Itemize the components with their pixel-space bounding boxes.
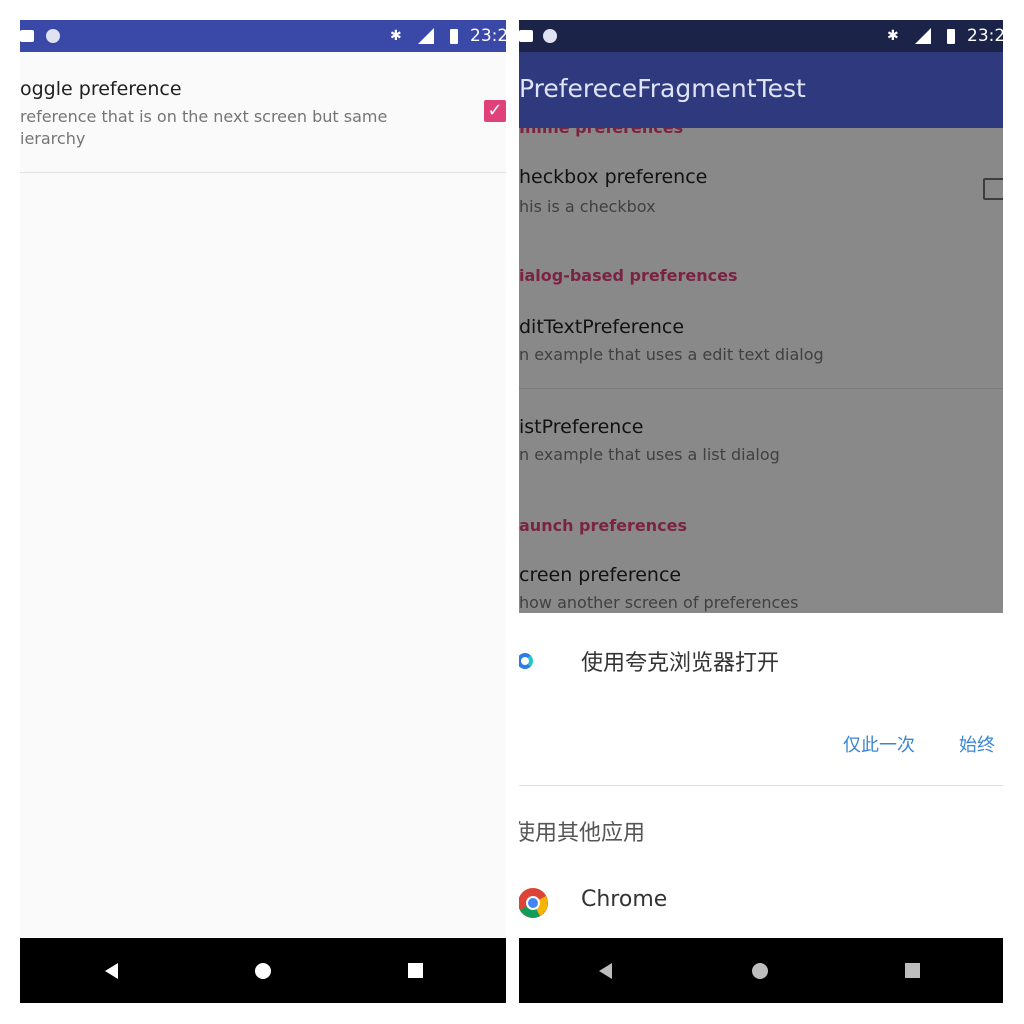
nav-back-icon[interactable] — [105, 963, 118, 979]
circle-icon — [46, 29, 60, 43]
chrome-icon — [519, 888, 548, 918]
battery-icon — [450, 29, 458, 44]
navigation-bar — [20, 938, 506, 1003]
status-bar: ✱ 23:2 — [519, 20, 1003, 52]
status-bar: ✱ 23:2 — [20, 20, 506, 52]
open-with-sheet: 使用夸克浏览器打开 仅此一次 始终 使用其他应用 Chrome — [519, 613, 1003, 938]
divider — [20, 172, 506, 173]
status-time: 23:2 — [470, 26, 506, 46]
lte-signal-icon — [418, 28, 434, 44]
app-title: PrefereceFragmentTest — [519, 74, 806, 103]
pref-title: oggle preference — [20, 78, 182, 100]
open-with-label: 使用夸克浏览器打开 — [581, 651, 780, 676]
app-bar: PrefereceFragmentTest — [519, 52, 1003, 128]
dialog-scrim[interactable] — [519, 128, 1003, 613]
nav-recent-icon[interactable] — [905, 963, 920, 978]
nav-recent-icon[interactable] — [408, 963, 423, 978]
quark-browser-icon — [519, 653, 533, 669]
notification-icon — [20, 30, 34, 42]
right-screen: ✱ 23:2 PrefereceFragmentTest Inline pref… — [519, 20, 1003, 1003]
nav-back-icon[interactable] — [599, 963, 612, 979]
pref-summary: reference that is on the next screen but… — [20, 107, 388, 148]
checkbox-checked-icon[interactable]: ✓ — [484, 100, 506, 122]
open-with-quark-row[interactable]: 使用夸克浏览器打开 — [519, 643, 1003, 687]
chrome-app-row[interactable]: Chrome — [519, 881, 1003, 925]
nav-home-icon[interactable] — [255, 963, 271, 979]
bluetooth-icon: ✱ — [390, 28, 402, 44]
navigation-bar — [519, 938, 1003, 1003]
notification-icon — [519, 30, 533, 42]
just-once-button[interactable]: 仅此一次 — [843, 731, 915, 757]
toggle-preference-row[interactable]: oggle preference reference that is on th… — [20, 78, 506, 174]
left-screen: ✱ 23:2 oggle preference reference that i… — [20, 20, 506, 1003]
lte-signal-icon — [915, 28, 931, 44]
nav-home-icon[interactable] — [752, 963, 768, 979]
status-time: 23:2 — [967, 26, 1003, 46]
always-button[interactable]: 始终 — [959, 731, 995, 757]
battery-icon — [947, 29, 955, 44]
circle-icon — [543, 29, 557, 43]
chrome-label: Chrome — [581, 887, 668, 912]
use-other-app-label: 使用其他应用 — [519, 821, 646, 846]
divider — [519, 785, 1003, 786]
bluetooth-icon: ✱ — [887, 28, 899, 44]
